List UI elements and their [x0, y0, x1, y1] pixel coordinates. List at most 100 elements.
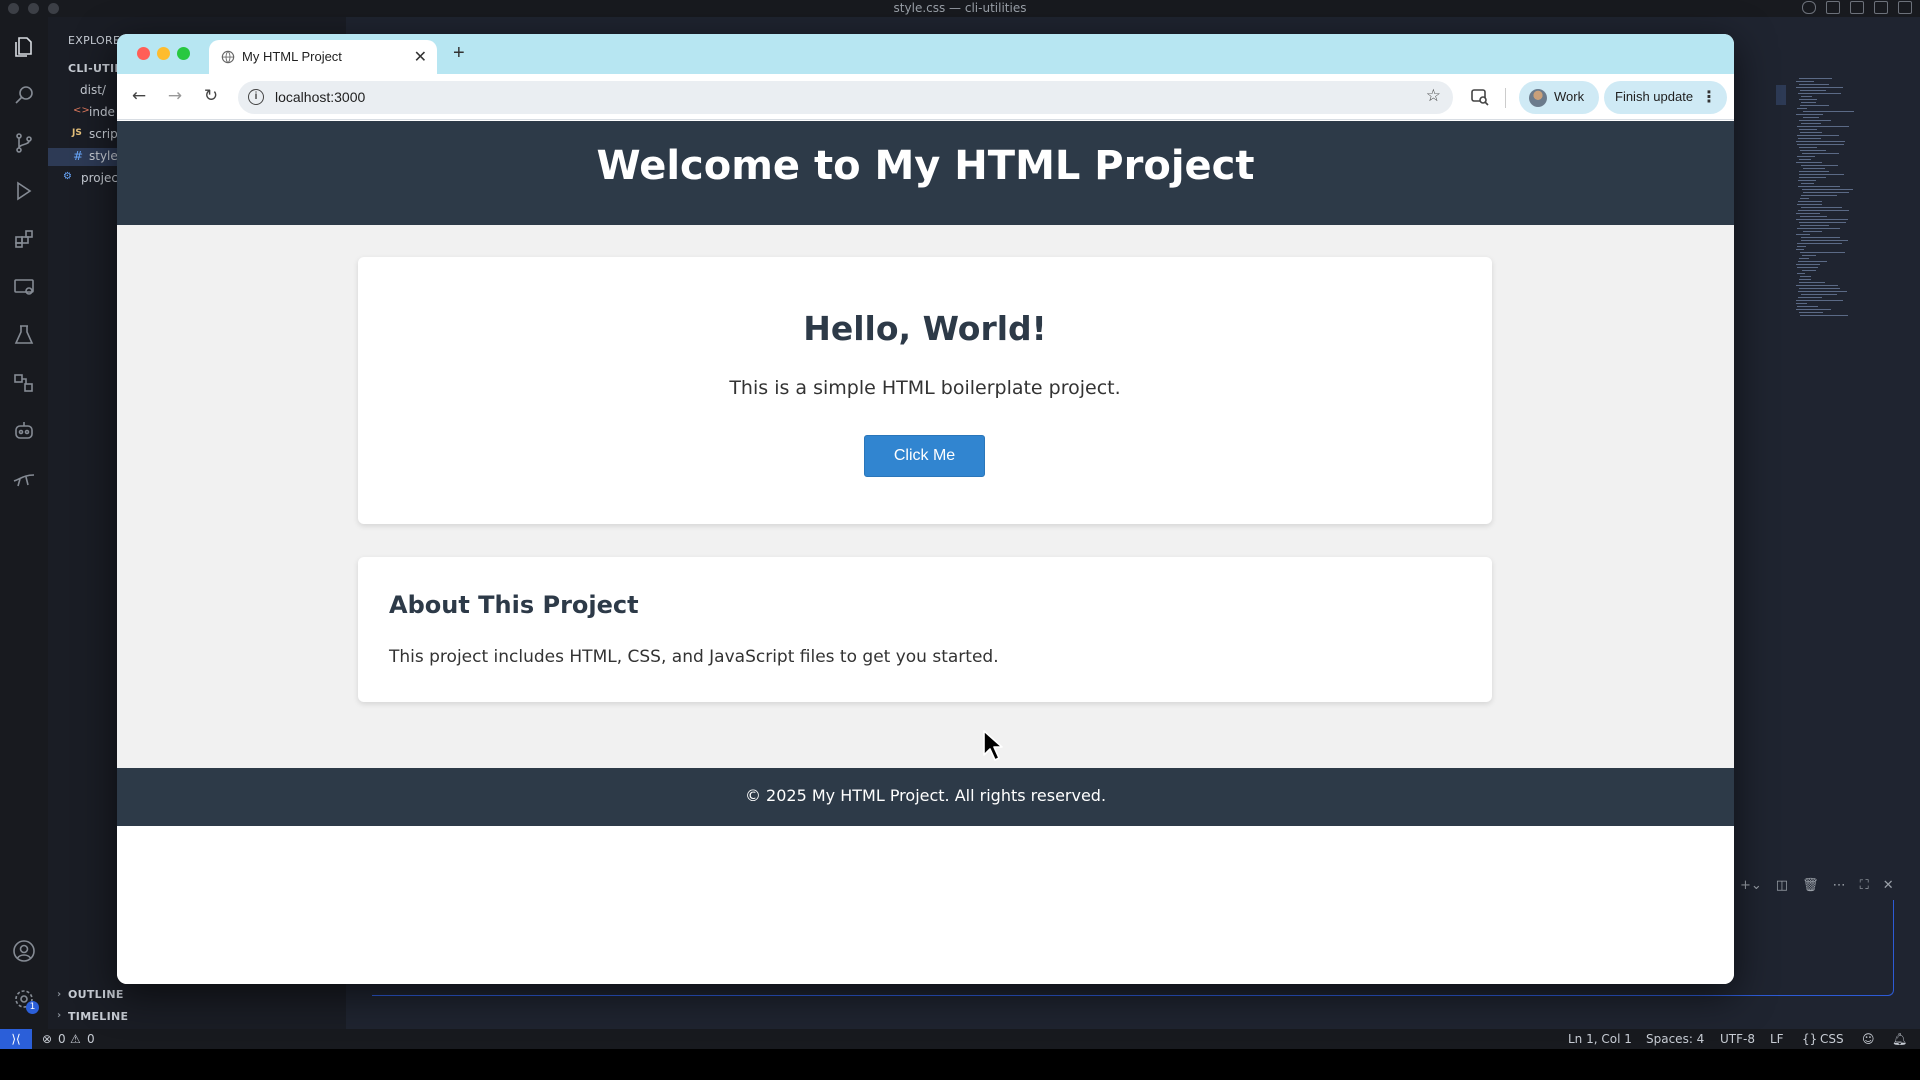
kebab-menu-icon[interactable]: ⋮ — [1701, 87, 1717, 106]
new-tab-icon[interactable]: + — [453, 42, 465, 65]
minimap-line — [1798, 297, 1822, 298]
tab-my-html-project[interactable]: My HTML Project ✕ — [209, 40, 437, 74]
line-ending[interactable]: LF — [1770, 1032, 1784, 1046]
address-bar[interactable]: i localhost:3000 ☆ — [238, 81, 1453, 114]
tab-strip: My HTML Project ✕ + — [117, 34, 1734, 74]
error-icon[interactable]: ⊗ — [42, 1032, 52, 1046]
minimap-line — [1797, 306, 1818, 307]
trash-icon[interactable]: 🗑 — [1802, 878, 1819, 893]
finish-update-button[interactable]: Finish update ⋮ — [1604, 81, 1727, 114]
toggle-sidebar-icon[interactable] — [1850, 1, 1864, 14]
minimap-line — [1797, 246, 1806, 247]
back-arrow-icon[interactable]: ← — [128, 85, 150, 107]
split-terminal-icon[interactable]: ◫ — [1776, 878, 1788, 893]
error-count[interactable]: 0 — [58, 1032, 66, 1046]
minimap-line — [1799, 177, 1826, 178]
minimap-line — [1797, 108, 1807, 109]
minimap-line — [1801, 183, 1814, 184]
remote-indicator-icon[interactable]: ⟩⟨ — [0, 1029, 32, 1049]
file-style[interactable]: style — [89, 149, 118, 163]
profile-button[interactable]: Work — [1519, 81, 1599, 114]
minimap[interactable] — [1792, 78, 1862, 318]
avatar — [1529, 89, 1547, 107]
minimap-line — [1797, 156, 1815, 157]
minimap-line — [1802, 255, 1816, 256]
minimap-line — [1796, 114, 1823, 115]
minimap-line — [1798, 291, 1847, 292]
timeline-section[interactable]: TIMELINE — [68, 1010, 128, 1023]
files-icon[interactable] — [12, 35, 36, 59]
hello-text: This is a simple HTML boilerplate projec… — [729, 377, 1121, 399]
minimap-line — [1801, 102, 1816, 103]
remote-explorer-icon[interactable] — [12, 275, 36, 299]
profile-label: Work — [1554, 89, 1585, 104]
copilot-title-icon[interactable] — [1802, 1, 1816, 14]
new-terminal-icon[interactable]: +⌄ — [1740, 878, 1762, 893]
warning-icon[interactable]: ⚠ — [70, 1032, 81, 1046]
forward-arrow-icon[interactable]: → — [164, 85, 186, 107]
toggle-secondary-sidebar-icon[interactable] — [1898, 1, 1912, 14]
cursor-position[interactable]: Ln 1, Col 1 — [1568, 1032, 1632, 1046]
maximize-panel-icon[interactable]: ⛶ — [1860, 878, 1869, 893]
minimap-line — [1800, 105, 1829, 106]
minimap-line — [1798, 93, 1841, 94]
window-minimize-button[interactable] — [157, 47, 170, 60]
braces-icon: {} — [1802, 1032, 1818, 1046]
more-icon[interactable]: ⋯ — [1833, 878, 1846, 893]
minimap-line — [1800, 90, 1826, 91]
source-control-icon[interactable] — [12, 131, 36, 155]
tab-title: My HTML Project — [242, 49, 342, 64]
toggle-panel-icon[interactable] — [1874, 1, 1888, 14]
outline-chevron-icon[interactable]: › — [57, 989, 61, 1000]
minimap-line — [1796, 303, 1807, 304]
close-panel-icon[interactable]: ✕ — [1883, 878, 1894, 893]
layout-controls — [1802, 1, 1912, 14]
testing-icon[interactable] — [12, 323, 36, 347]
minimap-line — [1797, 204, 1822, 205]
extensions-icon[interactable] — [12, 227, 36, 251]
notifications-bell-icon[interactable]: 🔔︎ — [1892, 1032, 1907, 1046]
minimap-line — [1801, 123, 1821, 124]
file-project[interactable]: projec — [81, 171, 118, 185]
customize-layout-icon[interactable] — [1826, 1, 1840, 14]
outline-section[interactable]: OUTLINE — [68, 988, 124, 1001]
click-me-button[interactable]: Click Me — [864, 435, 985, 477]
copilot-icon[interactable] — [12, 419, 36, 443]
minimap-line — [1796, 141, 1845, 142]
minimap-line — [1799, 129, 1817, 130]
tab-close-icon[interactable]: ✕ — [414, 47, 427, 67]
bookmark-star-icon[interactable]: ☆ — [1426, 86, 1441, 106]
minimap-line — [1799, 282, 1825, 283]
minimap-line — [1800, 276, 1811, 277]
language-mode[interactable]: CSS — [1820, 1032, 1844, 1046]
warning-count[interactable]: 0 — [87, 1032, 95, 1046]
window-maximize-button[interactable] — [177, 47, 190, 60]
copilot-status-icon[interactable]: ☺ — [1862, 1032, 1875, 1046]
timeline-chevron-icon[interactable]: › — [57, 1010, 61, 1021]
reload-icon[interactable]: ↻ — [200, 85, 222, 107]
containers-icon[interactable] — [12, 371, 36, 395]
indentation[interactable]: Spaces: 4 — [1646, 1032, 1704, 1046]
deploy-icon[interactable] — [12, 467, 36, 491]
minimap-line — [1796, 162, 1822, 163]
run-debug-icon[interactable] — [12, 179, 36, 203]
url-text[interactable]: localhost:3000 — [275, 89, 365, 105]
minimap-line — [1801, 165, 1838, 166]
account-icon[interactable] — [12, 939, 36, 963]
minimap-line — [1796, 219, 1848, 220]
main-content: Hello, World! This is a simple HTML boil… — [117, 225, 1734, 768]
folder-dist[interactable]: dist/ — [80, 83, 106, 97]
file-index[interactable]: inde — [89, 105, 115, 119]
search-icon[interactable] — [12, 83, 36, 107]
hello-heading: Hello, World! — [803, 309, 1047, 348]
site-info-icon[interactable]: i — [248, 89, 264, 105]
file-script[interactable]: scrip — [89, 127, 118, 141]
site-footer: © 2025 My HTML Project. All rights reser… — [117, 768, 1734, 826]
google-lens-icon[interactable] — [1470, 87, 1490, 107]
minimap-line — [1799, 258, 1809, 259]
minimap-line — [1799, 312, 1823, 313]
settings-gear-icon[interactable]: 1 — [12, 987, 39, 1014]
encoding[interactable]: UTF-8 — [1720, 1032, 1755, 1046]
minimap-line — [1796, 249, 1804, 250]
window-close-button[interactable] — [137, 47, 150, 60]
